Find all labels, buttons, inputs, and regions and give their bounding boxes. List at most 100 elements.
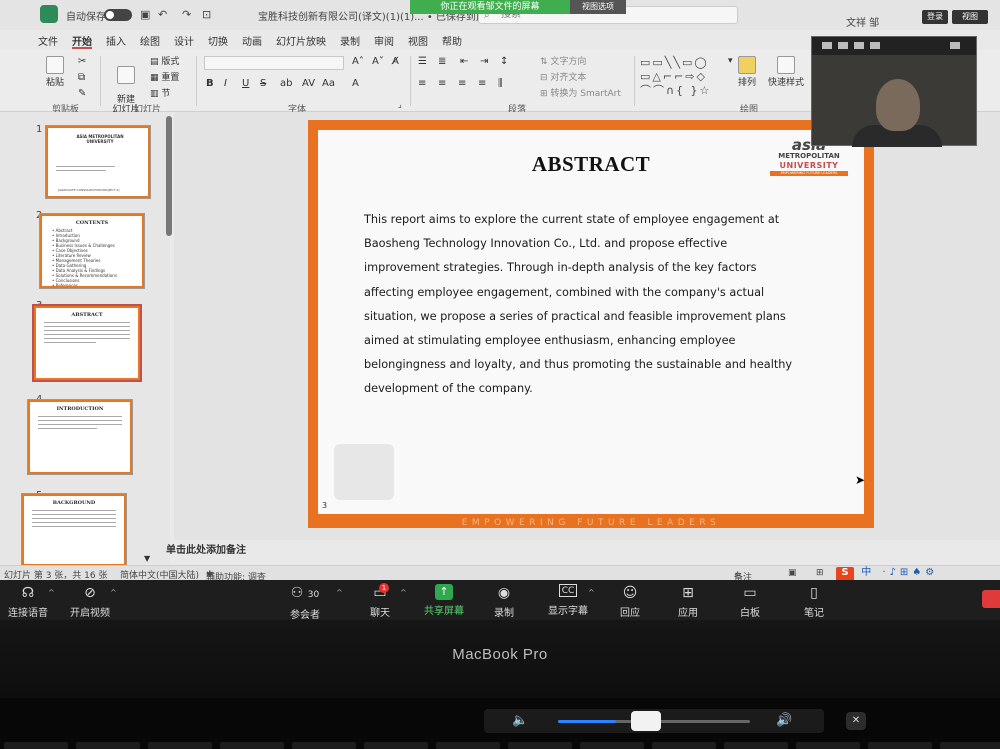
format-button-4[interactable]: ab — [280, 78, 292, 89]
touchbar-close-icon[interactable]: ✕ — [846, 712, 866, 730]
captions-button[interactable]: CC 显示字幕 — [548, 584, 588, 617]
save-icon[interactable]: ▣ — [140, 8, 150, 21]
sorter-view-icon[interactable]: ⊞ — [816, 568, 824, 578]
slide-thumbnail-4[interactable]: INTRODUCTION — [28, 400, 132, 474]
captions-caret-icon[interactable]: ^ — [588, 588, 595, 597]
justify-icon[interactable]: ≡ — [478, 78, 486, 89]
format-painter-icon[interactable]: ✎ — [78, 88, 86, 99]
join-audio-button[interactable]: ☊ 连接语音 — [8, 584, 48, 619]
keyboard-key — [580, 742, 644, 749]
layout-icon[interactable] — [854, 42, 864, 49]
slide-thumbnail-3[interactable]: ABSTRACT — [34, 306, 140, 380]
quick-styles-button[interactable]: 快速样式 — [768, 56, 804, 88]
copy-icon[interactable]: ⧉ — [78, 72, 85, 83]
numbering-icon[interactable]: ≣ — [438, 56, 446, 67]
volume-high-icon[interactable]: 🔊 — [776, 713, 792, 728]
whiteboard-button[interactable]: ▭ 白板 — [740, 584, 760, 619]
present-icon[interactable]: ⊡ — [202, 8, 211, 21]
apps-button[interactable]: ⊞ 应用 — [678, 584, 698, 619]
notes-button[interactable]: ▯ 笔记 — [804, 584, 824, 619]
format-button-0[interactable]: B — [206, 78, 214, 89]
view-button[interactable]: 视图 — [952, 10, 988, 24]
align-left-icon[interactable]: ≡ — [418, 78, 426, 89]
volume-slider[interactable] — [558, 711, 750, 731]
format-button-6[interactable]: Aa — [322, 78, 335, 89]
slide-thumbnail-2[interactable]: CONTENTS • Abstract • Introduction • Backg… — [40, 214, 144, 288]
format-button-7[interactable]: A — [352, 78, 359, 89]
user-name[interactable]: 文祥 邹 — [846, 14, 879, 29]
slide-thumbnail-1[interactable]: ASIA METROPOLITAN UNIVERSITY [GRADUATE C… — [46, 126, 150, 198]
menu-item-2[interactable]: 插入 — [106, 33, 126, 49]
bullets-icon[interactable]: ☰ — [418, 56, 427, 67]
grid-icon[interactable] — [870, 42, 880, 49]
align-center-icon[interactable]: ≡ — [438, 78, 446, 89]
clear-format-icon[interactable]: A̸ — [392, 56, 399, 67]
section-button[interactable]: ▥ 节 — [150, 86, 170, 99]
view-options-button[interactable]: 视图选项 — [570, 0, 626, 14]
chat-button[interactable]: ▭ 1 聊天 — [370, 583, 390, 619]
restore-icon[interactable] — [838, 42, 848, 49]
menu-item-1[interactable]: 开始 — [72, 33, 92, 49]
font-dialog-launcher-icon[interactable]: ⌟ — [398, 100, 402, 109]
reset-button[interactable]: ▦ 重置 — [150, 70, 179, 83]
shrink-font-icon[interactable]: A˅ — [372, 56, 384, 67]
format-button-1[interactable]: I — [224, 78, 227, 89]
menu-item-11[interactable]: 帮助 — [442, 33, 462, 49]
menu-item-3[interactable]: 绘图 — [140, 33, 160, 49]
paste-button[interactable]: 粘贴 — [46, 56, 64, 88]
font-family-select[interactable] — [204, 56, 344, 70]
menu-item-9[interactable]: 审阅 — [374, 33, 394, 49]
reactions-button[interactable]: ☺ 回应 — [620, 584, 640, 619]
webcam-overlay[interactable] — [811, 36, 977, 147]
menu-item-4[interactable]: 设计 — [174, 33, 194, 49]
gallery-more-icon[interactable]: ▾ — [728, 56, 733, 66]
decrease-indent-icon[interactable]: ⇤ — [460, 56, 468, 67]
menu-item-5[interactable]: 切换 — [208, 33, 228, 49]
thumbnail-scrollbar[interactable] — [166, 116, 172, 236]
format-button-3[interactable]: S — [260, 78, 266, 89]
menu-item-7[interactable]: 幻灯片放映 — [276, 33, 326, 49]
normal-view-icon[interactable]: ▣ — [788, 568, 797, 578]
options-icon[interactable] — [950, 42, 960, 49]
format-button-2[interactable]: U — [242, 78, 249, 89]
scroll-down-icon[interactable]: ▼ — [144, 554, 150, 563]
align-text-button[interactable]: ⊟ 对齐文本 — [540, 70, 586, 83]
redo-icon[interactable]: ↷ — [182, 8, 191, 21]
increase-indent-icon[interactable]: ⇥ — [480, 56, 488, 67]
share-screen-button[interactable]: ↑ 共享屏幕 — [424, 584, 464, 617]
volume-low-icon[interactable]: 🔈 — [512, 713, 528, 728]
start-video-button[interactable]: ⊘ 开启视频 — [70, 584, 110, 619]
layout-button[interactable]: ▤ 版式 — [150, 54, 179, 67]
chat-caret-icon[interactable]: ^ — [400, 588, 407, 597]
shapes-gallery[interactable]: ▭▭╲╲▭◯ ▭△⌐⌐⇨◇ ⌒⌒∩{ }☆ — [640, 56, 730, 102]
slide-thumbnail-5[interactable]: BACKGROUND — [22, 494, 126, 566]
text-direction-button[interactable]: ⇅ 文字方向 — [540, 54, 586, 67]
arrange-button[interactable]: 排列 — [738, 56, 756, 88]
menu-item-10[interactable]: 视图 — [408, 33, 428, 49]
login-button[interactable]: 登录 — [922, 10, 948, 24]
record-button[interactable]: ◉ 录制 — [494, 584, 514, 619]
undo-icon[interactable]: ↶ — [158, 8, 167, 21]
slide-canvas[interactable]: ABSTRACT asia METROPOLITAN UNIVERSITY EM… — [308, 120, 874, 528]
menu-item-8[interactable]: 录制 — [340, 33, 360, 49]
participants-button[interactable]: ⚇ 30 参会者 — [290, 584, 320, 621]
cut-icon[interactable]: ✂ — [78, 56, 86, 67]
columns-icon[interactable]: ⫼ — [498, 78, 503, 89]
menu-item-6[interactable]: 动画 — [242, 33, 262, 49]
align-right-icon[interactable]: ≡ — [458, 78, 466, 89]
ime-toolbar[interactable]: S 中 ·♪⊞♠⚙ — [836, 563, 1000, 580]
language-indicator[interactable]: 简体中文(中国大陆) — [120, 568, 199, 580]
participants-caret-icon[interactable]: ^ — [336, 588, 343, 597]
menu-item-0[interactable]: 文件 — [38, 33, 58, 49]
smartart-button[interactable]: ⊞ 转换为 SmartArt — [540, 86, 621, 99]
volume-knob[interactable] — [630, 711, 661, 731]
slide-body-text[interactable]: This report aims to explore the current … — [364, 208, 804, 402]
minimize-icon[interactable] — [822, 42, 832, 49]
format-button-5[interactable]: AV — [302, 78, 315, 89]
end-meeting-button[interactable] — [982, 590, 1000, 608]
notes-placeholder[interactable]: 单击此处添加备注 — [166, 541, 246, 556]
video-caret-icon[interactable]: ^ — [110, 588, 117, 597]
line-spacing-icon[interactable]: ↕ — [500, 56, 508, 67]
grow-font-icon[interactable]: A˄ — [352, 56, 364, 67]
audio-caret-icon[interactable]: ^ — [48, 588, 55, 597]
